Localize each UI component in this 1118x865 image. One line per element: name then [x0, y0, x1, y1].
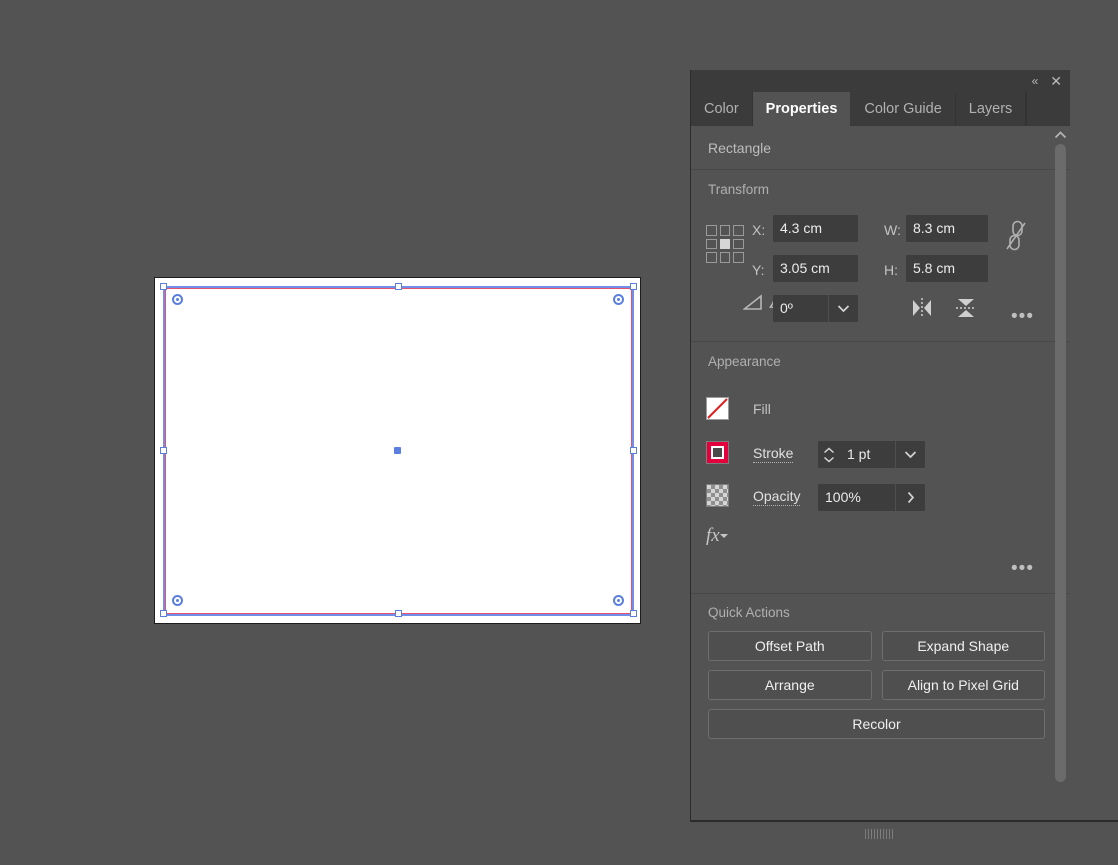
stroke-width-dropdown-button[interactable] [895, 441, 925, 468]
flip-horizontal-icon[interactable] [909, 296, 935, 320]
opacity-label[interactable]: Opacity [753, 488, 800, 506]
ref-cell-br[interactable] [733, 252, 744, 263]
ref-cell-bl[interactable] [706, 252, 717, 263]
tab-strip-filler [1026, 92, 1070, 126]
arrange-button[interactable]: Arrange [708, 670, 872, 700]
tab-color-label: Color [704, 101, 739, 117]
panel-background-filler [1070, 70, 1118, 822]
close-panel-icon[interactable]: ✕ [1050, 74, 1062, 88]
ref-cell-tl[interactable] [706, 225, 717, 236]
offset-path-button[interactable]: Offset Path [708, 631, 872, 661]
transform-more-options-button[interactable]: ••• [1011, 313, 1034, 321]
live-corner-widget-top-right[interactable] [613, 294, 624, 305]
quick-actions-buttons: Offset Path Expand Shape Arrange Align t… [691, 631, 1070, 762]
fx-label: fx [706, 525, 720, 546]
appearance-controls: Fill Stroke Opacity [691, 373, 1070, 593]
rotation-dropdown-button[interactable] [828, 295, 858, 322]
handle-top-center[interactable] [395, 283, 402, 290]
handle-bottom-right[interactable] [630, 610, 637, 617]
ref-cell-mr[interactable] [733, 239, 744, 250]
ref-cell-center[interactable] [720, 239, 731, 250]
handle-bottom-center[interactable] [395, 610, 402, 617]
rotation-input[interactable] [773, 295, 828, 322]
illustrator-window: « ✕ Color Properties Color Guide Layers … [0, 0, 1118, 865]
stroke-width-input[interactable] [840, 441, 895, 468]
properties-panel: « ✕ Color Properties Color Guide Layers … [690, 70, 1070, 820]
object-name-section: Rectangle [691, 126, 1070, 170]
tab-properties[interactable]: Properties [753, 92, 852, 126]
collapse-panel-icon[interactable]: « [1032, 75, 1039, 87]
panel-resize-grip-bar[interactable] [690, 820, 1118, 846]
recolor-button[interactable]: Recolor [708, 709, 1045, 739]
opacity-options-button[interactable] [895, 484, 925, 511]
quick-actions-row-1: Offset Path Expand Shape [691, 631, 1070, 661]
tab-properties-label: Properties [766, 101, 838, 117]
ref-cell-bc[interactable] [720, 252, 731, 263]
quick-actions-row-2: Arrange Align to Pixel Grid [691, 670, 1070, 700]
scrollbar-thumb[interactable] [1055, 144, 1066, 782]
expand-shape-button[interactable]: Expand Shape [882, 631, 1046, 661]
live-corner-widget-top-left[interactable] [172, 294, 183, 305]
reference-point-widget[interactable] [706, 225, 744, 263]
transform-section-title: Transform [691, 170, 1070, 201]
broken-chain-link-icon[interactable] [1004, 219, 1028, 253]
ref-cell-tc[interactable] [720, 225, 731, 236]
handle-top-right[interactable] [630, 283, 637, 290]
x-label: X: [752, 222, 765, 238]
tab-color[interactable]: Color [691, 92, 753, 126]
stroke-swatch-inner [711, 446, 724, 459]
transform-controls: X: Y: W: H: [691, 201, 1070, 341]
transform-section: Transform X: Y: [691, 170, 1070, 342]
live-corner-widget-bottom-right[interactable] [613, 595, 624, 606]
panel-tab-strip: Color Properties Color Guide Layers [691, 92, 1070, 126]
align-to-pixel-grid-button[interactable]: Align to Pixel Grid [882, 670, 1046, 700]
scroll-up-arrow-icon[interactable] [1054, 128, 1067, 141]
tab-layers-label: Layers [969, 101, 1013, 117]
resize-grip-icon[interactable] [865, 829, 893, 839]
tab-layers[interactable]: Layers [956, 92, 1027, 126]
panel-body: Rectangle Transform [691, 126, 1070, 820]
handle-bottom-left[interactable] [160, 610, 167, 617]
height-input[interactable] [906, 255, 988, 282]
width-input[interactable] [906, 215, 988, 242]
ref-cell-tr[interactable] [733, 225, 744, 236]
fill-label: Fill [753, 401, 771, 417]
y-input[interactable] [773, 255, 858, 282]
w-label: W: [884, 222, 901, 238]
flip-vertical-icon[interactable] [953, 296, 979, 320]
canvas-area[interactable] [0, 0, 690, 865]
handle-middle-right[interactable] [630, 447, 637, 454]
fill-swatch-none-icon[interactable] [706, 397, 729, 420]
panel-titlebar: « ✕ [691, 70, 1070, 92]
quick-actions-title: Quick Actions [691, 594, 1070, 631]
appearance-more-options-button[interactable]: ••• [1011, 565, 1034, 573]
y-label: Y: [752, 262, 764, 278]
panel-scrollbar[interactable] [1054, 126, 1067, 820]
appearance-section-title: Appearance [691, 342, 1070, 373]
live-corner-widget-bottom-left[interactable] [172, 595, 183, 606]
fx-effects-icon[interactable]: fx [706, 525, 728, 547]
h-label: H: [884, 262, 898, 278]
ref-cell-ml[interactable] [706, 239, 717, 250]
quick-actions-section: Quick Actions Offset Path Expand Shape A… [691, 594, 1070, 762]
handle-middle-left[interactable] [160, 447, 167, 454]
tab-color-guide-label: Color Guide [864, 101, 941, 117]
quick-actions-row-3: Recolor [691, 709, 1070, 739]
stroke-label[interactable]: Stroke [753, 445, 793, 463]
handle-top-left[interactable] [160, 283, 167, 290]
stroke-swatch[interactable] [706, 441, 729, 464]
center-anchor-point[interactable] [394, 447, 401, 454]
appearance-section: Appearance Fill Stroke [691, 342, 1070, 594]
stroke-width-stepper[interactable] [818, 441, 840, 468]
x-input[interactable] [773, 215, 858, 242]
tab-color-guide[interactable]: Color Guide [851, 92, 955, 126]
opacity-input[interactable] [818, 484, 895, 511]
opacity-checkerboard-icon[interactable] [706, 484, 729, 507]
selected-object-name: Rectangle [691, 126, 1070, 169]
